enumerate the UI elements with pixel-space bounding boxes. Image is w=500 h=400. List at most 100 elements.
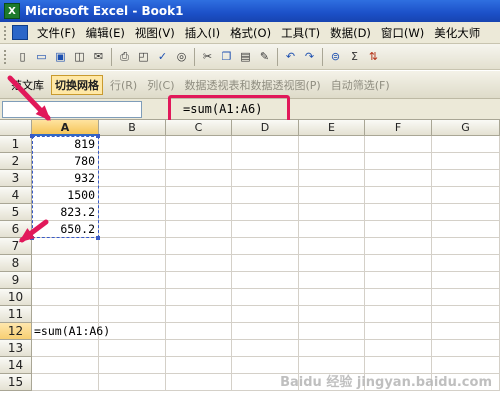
- spellcheck-icon[interactable]: ✓: [154, 48, 171, 65]
- cell[interactable]: [99, 153, 166, 170]
- cell[interactable]: [99, 238, 166, 255]
- row-header-4[interactable]: 4: [0, 187, 32, 204]
- cell[interactable]: [432, 289, 500, 306]
- row-header-14[interactable]: 14: [0, 357, 32, 374]
- cell[interactable]: [299, 170, 365, 187]
- cell[interactable]: [299, 187, 365, 204]
- menu-beautify[interactable]: 美化大师: [429, 25, 485, 41]
- column-header-e[interactable]: E: [299, 120, 365, 136]
- cell[interactable]: [365, 340, 432, 357]
- toggle-grid-button[interactable]: 切换网格: [51, 74, 103, 95]
- cell[interactable]: [166, 374, 232, 391]
- fanwenku-button[interactable]: 范文库: [8, 76, 47, 94]
- cell[interactable]: [299, 340, 365, 357]
- cell[interactable]: [299, 323, 365, 340]
- cell[interactable]: [432, 221, 500, 238]
- selection-handle[interactable]: [96, 236, 100, 240]
- menu-view[interactable]: 视图(V): [130, 25, 180, 41]
- cell[interactable]: [32, 255, 99, 272]
- cell[interactable]: [365, 136, 432, 153]
- cell[interactable]: [166, 204, 232, 221]
- selection-handle[interactable]: [30, 236, 34, 240]
- cell[interactable]: [432, 238, 500, 255]
- format-painter-icon[interactable]: ✎: [256, 48, 273, 65]
- cell[interactable]: [432, 272, 500, 289]
- cell[interactable]: [232, 255, 299, 272]
- cell[interactable]: [99, 357, 166, 374]
- formula-content[interactable]: =sum(A1:A6): [183, 101, 262, 117]
- new-icon[interactable]: ▯: [14, 48, 31, 65]
- pivot-table-button[interactable]: 数据透视表和数据透视图(P): [182, 76, 324, 94]
- insert-row-button[interactable]: 行(R): [107, 76, 140, 94]
- cell[interactable]: [99, 204, 166, 221]
- autofilter-button[interactable]: 自动筛选(F): [328, 76, 393, 94]
- column-header-d[interactable]: D: [232, 120, 299, 136]
- cell[interactable]: [166, 340, 232, 357]
- paste-icon[interactable]: ▤: [237, 48, 254, 65]
- row-header-6[interactable]: 6: [0, 221, 32, 238]
- document-icon[interactable]: [12, 25, 28, 40]
- cell[interactable]: [232, 289, 299, 306]
- cell[interactable]: [232, 272, 299, 289]
- cell[interactable]: [299, 204, 365, 221]
- undo-icon[interactable]: ↶: [282, 48, 299, 65]
- menu-window[interactable]: 窗口(W): [376, 25, 429, 41]
- cell[interactable]: [232, 323, 299, 340]
- cell[interactable]: [166, 170, 232, 187]
- cell[interactable]: [365, 170, 432, 187]
- cell[interactable]: [232, 238, 299, 255]
- row-header-5[interactable]: 5: [0, 204, 32, 221]
- cell[interactable]: [365, 272, 432, 289]
- cell[interactable]: [166, 136, 232, 153]
- row-header-11[interactable]: 11: [0, 306, 32, 323]
- cell[interactable]: [232, 136, 299, 153]
- row-header-9[interactable]: 9: [0, 272, 32, 289]
- cell[interactable]: [299, 153, 365, 170]
- cell[interactable]: [99, 255, 166, 272]
- row-header-13[interactable]: 13: [0, 340, 32, 357]
- cell[interactable]: [166, 272, 232, 289]
- cell[interactable]: [365, 187, 432, 204]
- menu-data[interactable]: 数据(D): [325, 25, 376, 41]
- cell[interactable]: [99, 306, 166, 323]
- cell[interactable]: [365, 255, 432, 272]
- cell[interactable]: [99, 136, 166, 153]
- cell[interactable]: [232, 170, 299, 187]
- cell[interactable]: [299, 136, 365, 153]
- toolbar-grip[interactable]: [4, 49, 7, 64]
- column-header-a[interactable]: A: [32, 120, 99, 136]
- cell[interactable]: [299, 238, 365, 255]
- cut-icon[interactable]: ✂: [199, 48, 216, 65]
- cell[interactable]: [432, 255, 500, 272]
- column-header-c[interactable]: C: [166, 120, 232, 136]
- menu-format[interactable]: 格式(O): [225, 25, 276, 41]
- cell[interactable]: [232, 340, 299, 357]
- cell[interactable]: [166, 289, 232, 306]
- cell[interactable]: [32, 340, 99, 357]
- row-header-12[interactable]: 12: [0, 323, 32, 340]
- cell[interactable]: [432, 136, 500, 153]
- cell[interactable]: [99, 170, 166, 187]
- name-box[interactable]: [2, 101, 142, 118]
- cell[interactable]: [232, 204, 299, 221]
- menu-file[interactable]: 文件(F): [32, 25, 81, 41]
- cell[interactable]: [365, 221, 432, 238]
- email-icon[interactable]: ✉: [90, 48, 107, 65]
- row-header-8[interactable]: 8: [0, 255, 32, 272]
- column-header-f[interactable]: F: [365, 120, 432, 136]
- menu-tools[interactable]: 工具(T): [276, 25, 325, 41]
- cell[interactable]: [166, 255, 232, 272]
- cell[interactable]: [32, 374, 99, 391]
- cell[interactable]: [99, 221, 166, 238]
- cell[interactable]: [365, 238, 432, 255]
- cell[interactable]: [32, 238, 99, 255]
- menu-edit[interactable]: 编辑(E): [81, 25, 130, 41]
- cell-a12-formula[interactable]: =sum(A1:A6): [32, 323, 166, 340]
- insert-column-button[interactable]: 列(C): [144, 76, 177, 94]
- copy-icon[interactable]: ❐: [218, 48, 235, 65]
- cell[interactable]: [299, 255, 365, 272]
- cell[interactable]: [432, 340, 500, 357]
- cell[interactable]: [166, 153, 232, 170]
- research-icon[interactable]: ◎: [173, 48, 190, 65]
- cell[interactable]: [232, 306, 299, 323]
